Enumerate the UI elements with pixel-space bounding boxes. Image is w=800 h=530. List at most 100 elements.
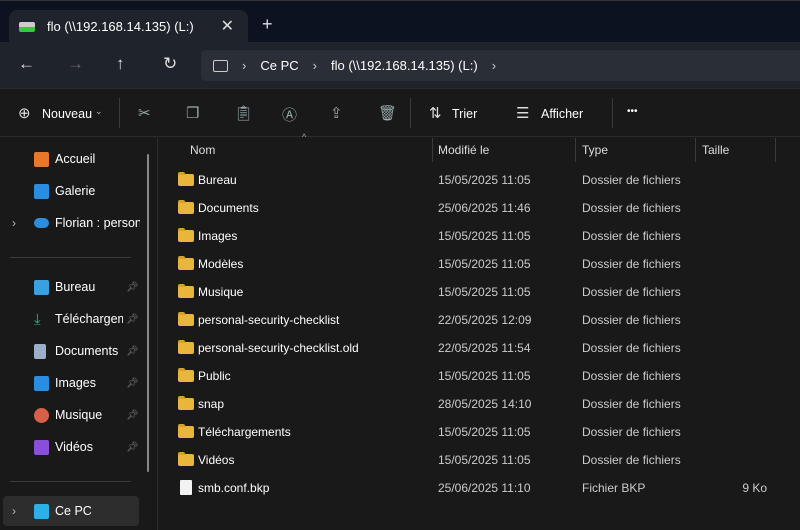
file-modified: 15/05/2025 11:05 [438,369,531,383]
file-name: Documents [198,201,259,215]
close-tab-button[interactable]: ✕ [221,16,234,36]
sidebar-item-videos[interactable]: Vidéos 📌︎ [0,433,150,461]
file-modified: 15/05/2025 11:05 [438,425,531,439]
file-modified: 15/05/2025 11:05 [438,173,531,187]
tab-title: flo (\\192.168.14.135) (L:) [47,19,194,34]
file-row[interactable]: personal-security-checklist.old 22/05/20… [170,334,800,362]
pin-icon: 📌︎ [126,281,139,293]
more-options-button[interactable]: ••• [627,106,638,117]
view-button[interactable]: Afficher [541,107,583,121]
file-modified: 22/05/2025 11:54 [438,341,531,355]
file-name: Images [198,229,238,243]
sort-ascending-icon: ^ [302,132,307,142]
file-row[interactable]: Téléchargements 15/05/2025 11:05 Dossier… [170,418,800,446]
desktop-icon [34,279,49,295]
sidebar-item-documents[interactable]: Documents 📌︎ [0,337,150,365]
folder-icon [178,172,194,186]
sort-icon: ⇅ [429,105,442,122]
refresh-button[interactable]: ↻ [163,54,177,74]
new-button[interactable]: Nouveau [42,107,92,121]
chevron-right-icon[interactable]: › [492,58,496,73]
file-modified: 22/05/2025 12:09 [438,313,532,327]
sidebar-item-musique[interactable]: Musique 📌︎ [0,401,150,429]
sidebar-scrollbar[interactable] [147,154,149,472]
file-row[interactable]: smb.conf.bkp 25/06/2025 11:10 Fichier BK… [170,474,800,502]
sidebar-item-onedrive[interactable]: ›Florian : personnel [0,209,150,237]
folder-icon [178,340,194,354]
file-name: Musique [198,285,244,299]
file-row[interactable]: Documents 25/06/2025 11:46 Dossier de fi… [170,194,800,222]
pin-icon: 📌︎ [126,409,139,421]
file-row[interactable]: Public 15/05/2025 11:05 Dossier de fichi… [170,362,800,390]
title-bar: flo (\\192.168.14.135) (L:) ✕ + [0,0,800,43]
chevron-right-icon[interactable]: › [12,504,16,518]
network-drive-icon [19,21,35,32]
file-type: Dossier de fichiers [582,369,681,383]
navigation-bar: ← → ↑ ↻ › Ce PC › flo (\\192.168.14.135)… [0,42,800,89]
folder-icon [178,228,194,242]
home-icon [34,151,49,167]
breadcrumb-drive[interactable]: flo (\\192.168.14.135) (L:) [331,58,478,73]
file-row[interactable]: Musique 15/05/2025 11:05 Dossier de fich… [170,278,800,306]
column-divider[interactable] [575,138,576,162]
breadcrumb-ce-pc[interactable]: Ce PC [260,58,298,73]
file-row[interactable]: Bureau 15/05/2025 11:05 Dossier de fichi… [170,166,800,194]
up-button[interactable]: ↑ [116,54,125,74]
file-row[interactable]: Images 15/05/2025 11:05 Dossier de fichi… [170,222,800,250]
folder-icon [178,256,194,270]
copy-icon[interactable]: ❐ [186,104,199,122]
sidebar-item-telechargements[interactable]: ⤓Téléchargements📌︎ [0,305,150,333]
file-name: personal-security-checklist [198,313,340,327]
delete-icon[interactable]: 🗑︎ [378,104,397,122]
gallery-icon [34,183,49,199]
file-modified: 15/05/2025 11:05 [438,285,531,299]
sidebar-item-bureau[interactable]: Bureau 📌︎ [0,273,150,301]
divider [10,257,131,258]
column-divider[interactable] [432,138,433,162]
sidebar-item-ce-pc[interactable]: › Ce PC [3,496,139,526]
share-icon[interactable]: ⇪ [330,104,343,122]
chevron-right-icon[interactable]: › [12,216,16,230]
paste-icon[interactable]: 📋︎ [234,104,253,122]
file-name: snap [198,397,225,411]
sidebar-item-accueil[interactable]: Accueil [0,145,150,173]
column-type[interactable]: Type [582,143,608,157]
sidebar-item-images[interactable]: Images 📌︎ [0,369,150,397]
file-row[interactable]: Modèles 15/05/2025 11:05 Dossier de fich… [170,250,800,278]
forward-button[interactable]: → [67,54,84,74]
cut-icon[interactable]: ✂ [138,104,151,122]
divider [10,481,131,482]
sidebar-item-galerie[interactable]: Galerie [0,177,150,205]
file-type: Fichier BKP [582,481,646,495]
sort-button[interactable]: Trier [452,107,477,121]
file-name: smb.conf.bkp [198,481,270,495]
folder-icon [178,368,194,382]
column-name[interactable]: Nom [190,143,215,157]
back-button[interactable]: ← [18,54,35,74]
file-modified: 15/05/2025 11:05 [438,453,531,467]
command-bar: ⊕ Nouveau ⌄ ✂ ❐ 📋︎ Ⓐ ⇪ 🗑︎ ⇅ Trier ☰ Affi… [0,90,800,137]
document-icon [34,343,46,359]
file-modified: 25/06/2025 11:46 [438,201,531,215]
plus-circle-icon: ⊕ [18,105,31,122]
rename-icon[interactable]: Ⓐ [282,104,297,125]
column-modified[interactable]: Modifié le [438,143,489,157]
column-divider[interactable] [775,138,776,162]
file-type: Dossier de fichiers [582,313,681,327]
file-row[interactable]: snap 28/05/2025 14:10 Dossier de fichier… [170,390,800,418]
address-bar[interactable]: › Ce PC › flo (\\192.168.14.135) (L:) › [201,50,800,81]
folder-icon [178,312,194,326]
divider [119,98,120,128]
column-size[interactable]: Taille [702,143,729,157]
file-row[interactable]: Vidéos 15/05/2025 11:05 Dossier de fichi… [170,446,800,474]
new-tab-button[interactable]: + [262,14,273,35]
file-modified: 28/05/2025 14:10 [438,397,532,411]
tab-active[interactable]: flo (\\192.168.14.135) (L:) ✕ [9,10,248,43]
file-row[interactable]: personal-security-checklist 22/05/2025 1… [170,306,800,334]
pin-icon: 📌︎ [126,377,139,389]
pin-icon: 📌︎ [126,345,139,357]
file-modified: 15/05/2025 11:05 [438,257,531,271]
file-modified: 15/05/2025 11:05 [438,229,531,243]
column-divider[interactable] [695,138,696,162]
folder-icon [178,452,194,466]
